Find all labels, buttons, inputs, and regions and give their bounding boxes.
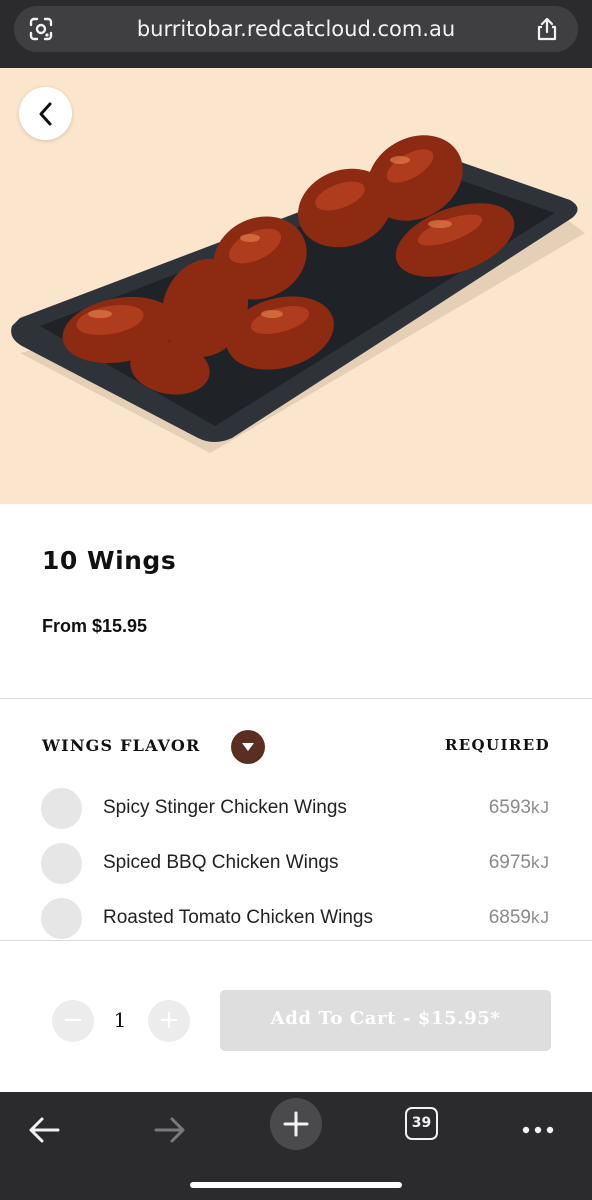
home-indicator[interactable]: [190, 1182, 402, 1188]
product-image: [0, 68, 592, 504]
back-button[interactable]: [19, 87, 72, 140]
address-bar[interactable]: burritobar.redcatcloud.com.au: [14, 6, 578, 52]
option-radio[interactable]: [41, 898, 82, 939]
browser-back-button[interactable]: [20, 1106, 68, 1154]
option-energy: 6975kJ: [488, 852, 550, 873]
product-title: 10 Wings: [42, 546, 177, 575]
option-row[interactable]: Roasted Tomato Chicken Wings 6859kJ: [0, 897, 592, 941]
browser-top-bar: burritobar.redcatcloud.com.au: [0, 0, 592, 68]
quantity-value: 1: [113, 1008, 127, 1032]
chevron-left-icon: [39, 102, 51, 125]
caret-down-icon: [242, 743, 254, 751]
product-price: From $15.95: [42, 616, 148, 636]
arrow-right-icon: [154, 1117, 185, 1143]
energy-unit: kJ: [531, 798, 550, 817]
option-energy: 6593kJ: [488, 797, 550, 818]
add-to-cart-button[interactable]: Add To Cart - $15.95*: [220, 990, 551, 1051]
increase-quantity-button[interactable]: +: [148, 1000, 190, 1042]
tab-switcher-button[interactable]: 39: [405, 1107, 438, 1140]
option-label: Spicy Stinger Chicken Wings: [103, 797, 347, 818]
divider: [0, 698, 592, 699]
chicken-wings-illustration: [11, 135, 585, 453]
more-menu-button[interactable]: [514, 1106, 562, 1154]
option-row[interactable]: Spicy Stinger Chicken Wings 6593kJ: [0, 787, 592, 831]
energy-unit: kJ: [531, 853, 550, 872]
collapse-toggle-button[interactable]: [231, 730, 265, 764]
plus-icon: [283, 1111, 309, 1137]
url-text[interactable]: burritobar.redcatcloud.com.au: [14, 6, 578, 52]
option-group-title: WINGS FLAVOR: [42, 736, 201, 755]
option-row[interactable]: Spiced BBQ Chicken Wings 6975kJ: [0, 842, 592, 886]
browser-forward-button[interactable]: [146, 1106, 194, 1154]
option-radio[interactable]: [41, 788, 82, 829]
energy-unit: kJ: [531, 908, 550, 927]
share-icon[interactable]: [534, 16, 560, 42]
decrease-quantity-button[interactable]: −: [52, 1000, 94, 1042]
arrow-left-icon: [29, 1117, 60, 1143]
ellipsis-icon: [522, 1126, 554, 1134]
option-label: Roasted Tomato Chicken Wings: [103, 907, 373, 928]
required-badge: REQUIRED: [444, 736, 550, 754]
new-tab-button[interactable]: [270, 1098, 322, 1150]
divider: [0, 940, 592, 941]
option-energy: 6859kJ: [488, 907, 550, 928]
option-label: Spiced BBQ Chicken Wings: [103, 852, 339, 873]
option-radio[interactable]: [41, 843, 82, 884]
